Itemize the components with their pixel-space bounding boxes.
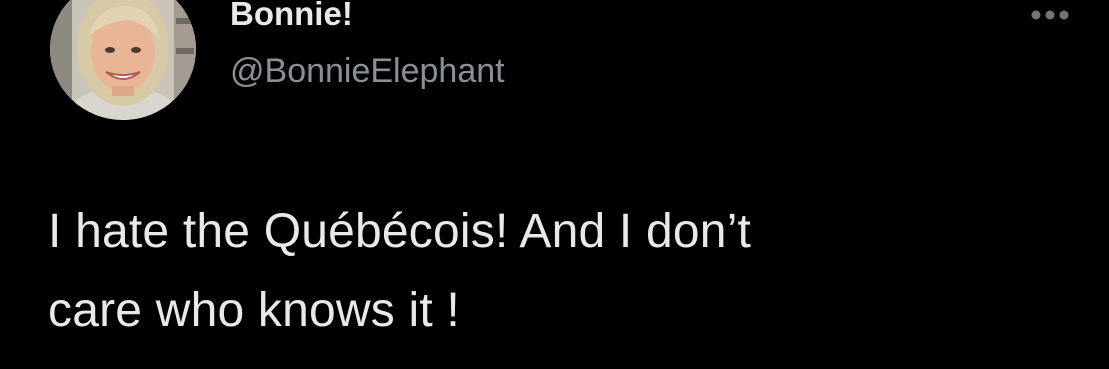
author-avatar[interactable] [50,0,196,120]
tweet-card: Bonnie! @BonnieElephant I hate the Québé… [0,0,1109,369]
more-horizontal-icon [1031,10,1069,20]
tweet-text-line: I hate the Québécois! And I don’t [48,205,752,258]
more-options-button[interactable] [1026,2,1074,28]
author-display-name[interactable]: Bonnie! [230,0,353,34]
tweet-text-line: care who knows it ! [48,284,460,337]
author-handle[interactable]: @BonnieElephant [230,50,505,92]
tweet-text: I hate the Québécois! And I don’t care w… [48,192,1048,350]
profile-photo-icon [50,0,196,120]
